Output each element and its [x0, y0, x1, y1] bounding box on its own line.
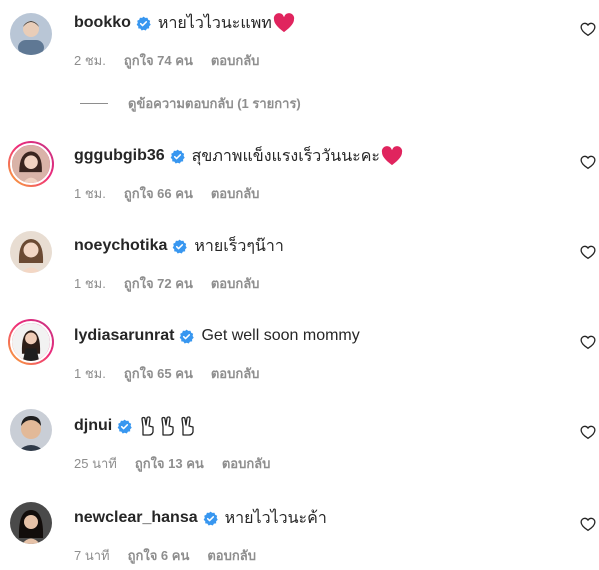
- username[interactable]: lydiasarunrat: [74, 327, 174, 345]
- comment-text: หายเร็วๆน๊าา: [194, 237, 284, 255]
- view-replies-button[interactable]: ดูข้อความตอบกลับ (1 รายการ): [80, 95, 301, 111]
- comment-text: หายไวไวนะแพท: [157, 14, 272, 32]
- comment-time[interactable]: 1 ชม.: [74, 183, 106, 204]
- comment-time[interactable]: 7 นาที: [74, 545, 110, 566]
- like-heart-icon[interactable]: [580, 334, 596, 350]
- avatar[interactable]: [8, 141, 54, 187]
- comment-likes[interactable]: ถูกใจ 72 คน: [124, 273, 193, 294]
- like-heart-icon[interactable]: [580, 244, 596, 260]
- comment-time[interactable]: 1 ชม.: [74, 363, 106, 384]
- reply-button[interactable]: ตอบกลับ: [222, 453, 271, 474]
- like-heart-icon[interactable]: [580, 154, 596, 170]
- comment-likes[interactable]: ถูกใจ 13 คน: [135, 453, 204, 474]
- like-heart-icon[interactable]: [580, 516, 596, 532]
- comment-likes[interactable]: ถูกใจ 65 คน: [124, 363, 193, 384]
- verified-badge-icon: [136, 16, 151, 31]
- comments-list: bookko หายไวไวนะแพท 2 ชม. ถูกใจ 74 คน ตอ…: [0, 0, 599, 570]
- comment-meta: 1 ชม. ถูกใจ 66 คน ตอบกลับ: [74, 183, 277, 204]
- comment-text: หายไวไวนะค้า: [224, 509, 327, 527]
- avatar[interactable]: [10, 13, 52, 55]
- divider-line: [80, 102, 108, 104]
- verified-badge-icon: [179, 329, 195, 344]
- view-replies-label: ดูข้อความตอบกลับ (1 รายการ): [128, 95, 301, 111]
- verified-badge-icon: [170, 149, 185, 164]
- comment-time[interactable]: 25 นาที: [74, 453, 117, 474]
- comment-meta: 1 ชม. ถูกใจ 72 คน ตอบกลับ: [74, 273, 277, 294]
- comment-meta: 2 ชม. ถูกใจ 74 คน ตอบกลับ: [74, 50, 277, 71]
- red-heart-icon: [381, 146, 403, 166]
- comment-time[interactable]: 1 ชม.: [74, 273, 106, 294]
- verified-badge-icon: [203, 511, 218, 526]
- comment-time[interactable]: 2 ชม.: [74, 50, 106, 71]
- reply-button[interactable]: ตอบกลับ: [211, 273, 260, 294]
- username[interactable]: gggubgib36: [74, 147, 165, 165]
- username[interactable]: bookko: [74, 14, 131, 32]
- username[interactable]: noeychotika: [74, 237, 167, 255]
- comment-line: newclear_hansa หายไวไวนะค้า: [74, 507, 327, 529]
- comment-line: djnui: [74, 415, 199, 437]
- comment-line: gggubgib36 สุขภาพแข็งแรงเร็ววันนะคะ: [74, 145, 403, 167]
- comment-meta: 1 ชม. ถูกใจ 65 คน ตอบกลับ: [74, 363, 277, 384]
- like-heart-icon[interactable]: [580, 424, 596, 440]
- comment-meta: 25 นาที ถูกใจ 13 คน ตอบกลับ: [74, 453, 288, 474]
- reply-button[interactable]: ตอบกลับ: [207, 545, 256, 566]
- reply-button[interactable]: ตอบกลับ: [211, 183, 260, 204]
- verified-badge-icon: [172, 239, 188, 254]
- like-heart-icon[interactable]: [580, 21, 596, 37]
- comment-text: Get well soon mommy: [201, 327, 360, 344]
- verified-badge-icon: [117, 419, 132, 434]
- avatar[interactable]: [10, 502, 52, 544]
- reply-button[interactable]: ตอบกลับ: [211, 363, 260, 384]
- avatar[interactable]: [10, 409, 52, 451]
- comment-likes[interactable]: ถูกใจ 66 คน: [124, 183, 193, 204]
- reply-button[interactable]: ตอบกลับ: [211, 50, 260, 71]
- avatar[interactable]: [8, 319, 54, 365]
- red-heart-icon: [273, 13, 295, 33]
- comment-meta: 7 นาที ถูกใจ 6 คน ตอบกลับ: [74, 545, 274, 566]
- comment-line: lydiasarunrat Get well soon mommy: [74, 325, 360, 347]
- username[interactable]: djnui: [74, 417, 112, 435]
- comment-likes[interactable]: ถูกใจ 74 คน: [124, 50, 193, 71]
- comment-text: สุขภาพแข็งแรงเร็ววันนะคะ: [191, 147, 381, 165]
- username[interactable]: newclear_hansa: [74, 509, 198, 527]
- comment-line: bookko หายไวไวนะแพท: [74, 12, 295, 34]
- comment-likes[interactable]: ถูกใจ 6 คน: [128, 545, 190, 566]
- victory-hand-icon: [139, 416, 199, 436]
- comment-line: noeychotika หายเร็วๆน๊าา: [74, 235, 284, 257]
- avatar[interactable]: [10, 231, 52, 273]
